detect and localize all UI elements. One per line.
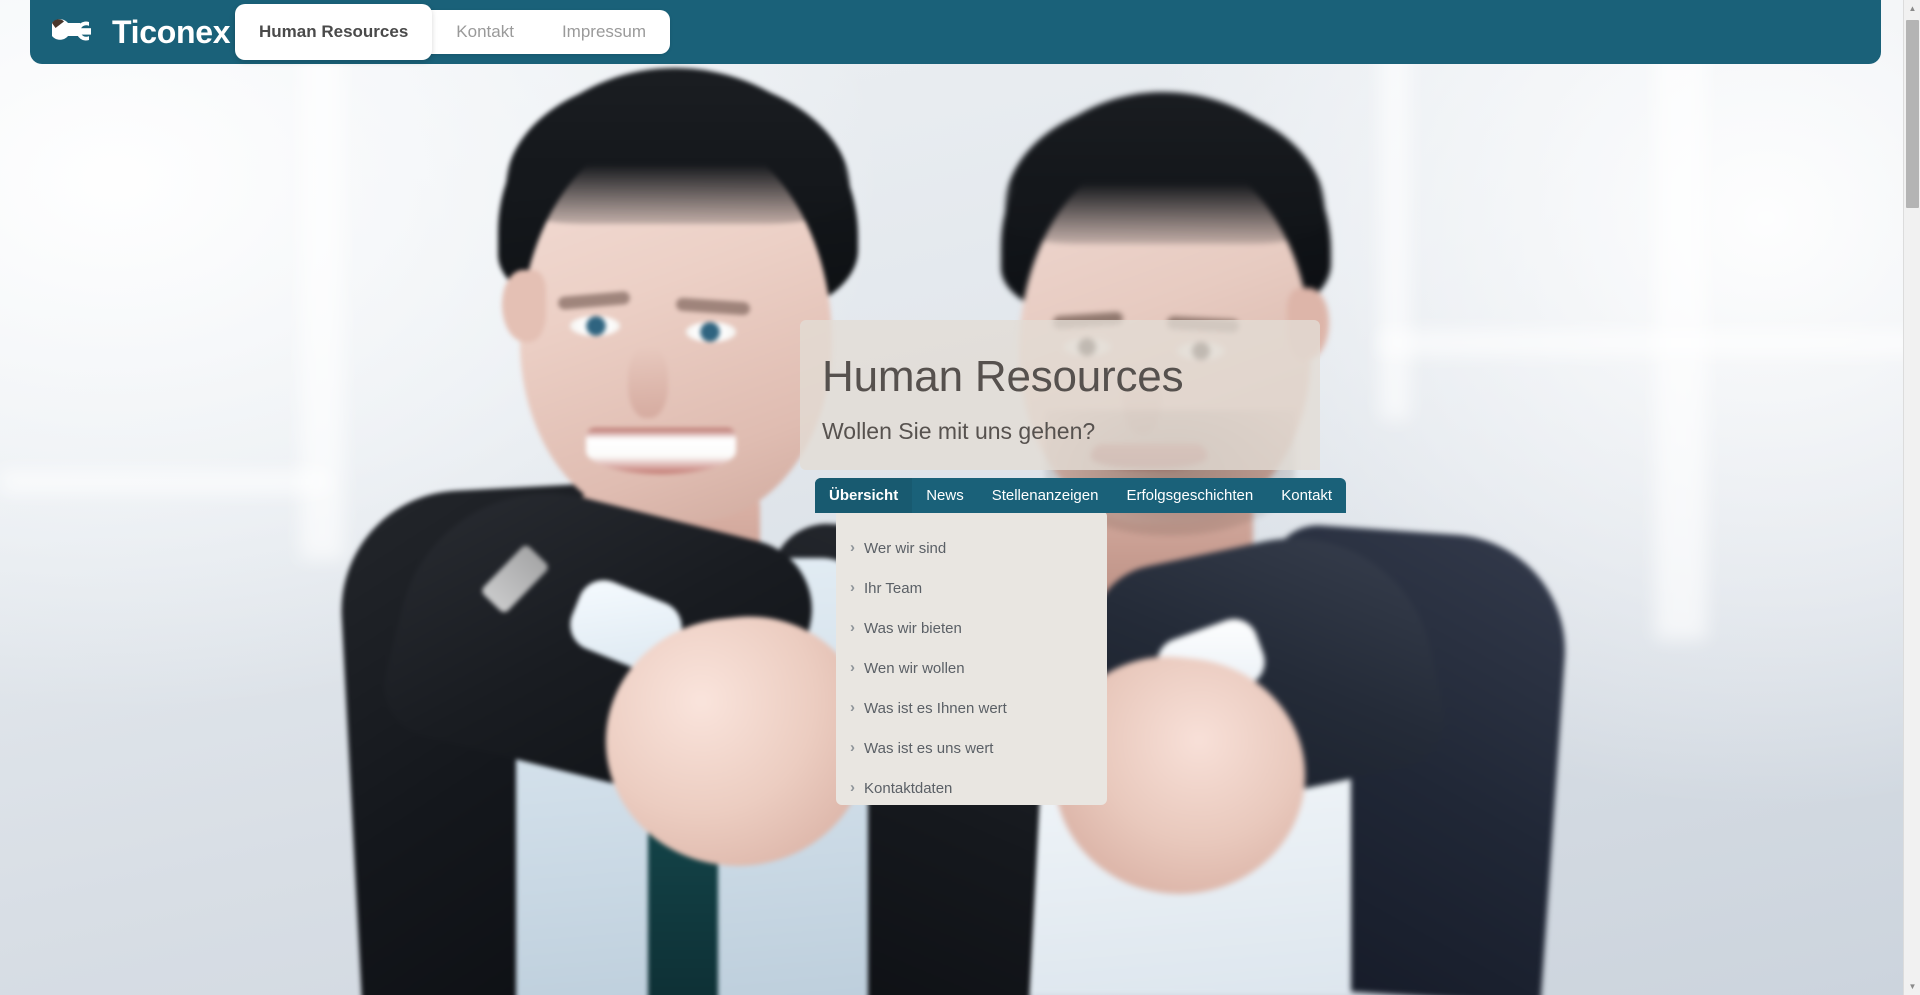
chevron-right-icon: › [850, 778, 855, 796]
brand-name: Ticonex [112, 14, 231, 50]
chevron-right-icon: › [850, 738, 855, 756]
primary-nav: Human Resources Kontakt Impressum [235, 4, 671, 60]
link-label: Wer wir sind [864, 539, 947, 557]
link-label: Was ist es uns wert [864, 739, 994, 757]
page-subtitle: Wollen Sie mit uns gehen? [822, 418, 1096, 444]
wrench-icon [50, 15, 106, 49]
scrollbar-thumb[interactable] [1906, 20, 1919, 208]
page-title: Human Resources [822, 352, 1184, 401]
chevron-right-icon: › [850, 578, 855, 596]
link-was-ist-es-ihnen-wert[interactable]: › Was ist es Ihnen wert [836, 688, 1107, 728]
smile [586, 428, 736, 474]
nav-item-kontakt[interactable]: Kontakt [432, 10, 538, 54]
hero-text-panel: Human Resources Wollen Sie mit uns gehen… [800, 320, 1320, 470]
link-label: Was wir bieten [864, 619, 962, 637]
section-tabbar: Übersicht News Stellenanzeigen Erfolgsge… [815, 478, 1347, 513]
scroll-up-arrow-icon[interactable]: ▲ [1904, 0, 1920, 17]
link-wen-wir-wollen[interactable]: › Wen wir wollen [836, 648, 1107, 688]
eye [686, 322, 736, 342]
page-root: Ticonex Human Resources Kontakt Impressu… [0, 0, 1920, 995]
brand-logo[interactable]: Ticonex [50, 8, 231, 56]
ear [502, 270, 546, 342]
hair-fringe [506, 74, 850, 224]
nav-item-human-resources[interactable]: Human Resources [235, 4, 433, 60]
link-ihr-team[interactable]: › Ihr Team [836, 568, 1107, 608]
tab-erfolgsgeschichten[interactable]: Erfolgsgeschichten [1112, 478, 1267, 513]
link-label: Wen wir wollen [864, 659, 965, 677]
link-wer-wir-sind[interactable]: › Wer wir sind [836, 528, 1107, 568]
chevron-right-icon: › [850, 658, 855, 676]
vertical-scrollbar[interactable]: ▲ ▼ [1903, 0, 1920, 995]
eye [570, 316, 620, 336]
link-was-wir-bieten[interactable]: › Was wir bieten [836, 608, 1107, 648]
hair-fringe [1005, 98, 1325, 244]
nose [628, 346, 668, 418]
section-link-list: › Wer wir sind › Ihr Team › Was wir biet… [836, 512, 1107, 805]
window-mullion [0, 470, 330, 494]
window-mullion [1655, 0, 1707, 640]
chevron-right-icon: › [850, 538, 855, 556]
link-label: Was ist es Ihnen wert [864, 699, 1007, 717]
link-label: Kontaktdaten [864, 779, 953, 797]
scroll-down-arrow-icon[interactable]: ▼ [1904, 978, 1920, 995]
tab-news[interactable]: News [912, 478, 978, 513]
link-label: Ihr Team [864, 579, 923, 597]
tab-stellenanzeigen[interactable]: Stellenanzeigen [978, 478, 1113, 513]
nav-item-impressum[interactable]: Impressum [538, 10, 670, 54]
site-header: Ticonex Human Resources Kontakt Impressu… [30, 0, 1881, 64]
chevron-right-icon: › [850, 698, 855, 716]
chevron-right-icon: › [850, 618, 855, 636]
link-kontaktdaten[interactable]: › Kontaktdaten [836, 768, 1107, 808]
tab-uebersicht[interactable]: Übersicht [815, 478, 913, 513]
link-was-ist-es-uns-wert[interactable]: › Was ist es uns wert [836, 728, 1107, 768]
tab-kontakt[interactable]: Kontakt [1267, 478, 1346, 513]
